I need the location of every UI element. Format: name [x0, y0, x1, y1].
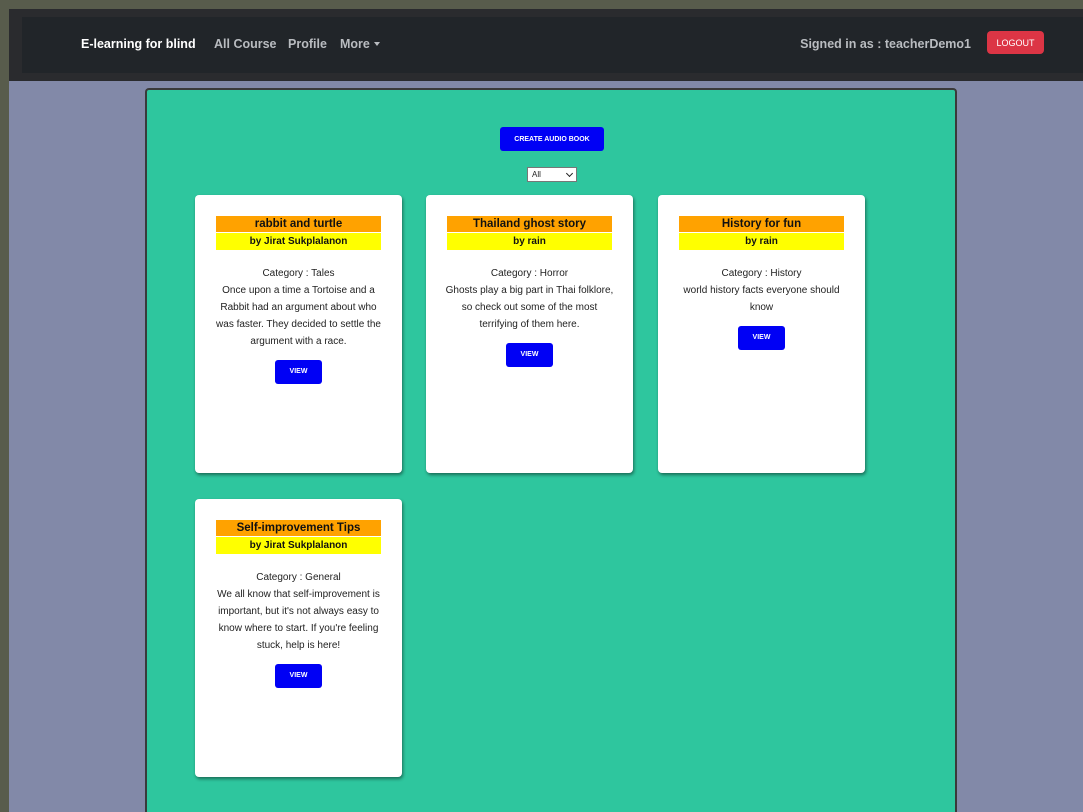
logout-button[interactable]: LOGOUT: [987, 31, 1044, 54]
card-category: Category : Horror: [490, 268, 569, 279]
view-button[interactable]: VIEW: [738, 326, 785, 350]
card-body: Category : Horror Ghosts play a big part…: [442, 265, 617, 367]
main-panel: CREATE AUDIO BOOK All rabbit and turtle …: [145, 88, 957, 812]
card-category: Category : History: [721, 268, 802, 279]
filter-selected-value: All: [532, 170, 541, 179]
create-audio-book-button[interactable]: CREATE AUDIO BOOK: [500, 127, 604, 151]
audio-book-card: Thailand ghost story by rain Category : …: [426, 195, 633, 473]
brand-link[interactable]: E-learning for blind: [81, 37, 196, 51]
card-description: We all know that self-improvement is imp…: [217, 589, 380, 651]
card-title: rabbit and turtle: [216, 216, 381, 232]
card-author: by Jirat Sukplalanon: [216, 537, 381, 554]
nav-profile[interactable]: Profile: [288, 37, 327, 51]
card-author: by rain: [447, 233, 612, 250]
audio-book-card: History for fun by rain Category : Histo…: [658, 195, 865, 473]
signed-in-text: Signed in as : teacherDemo1: [800, 37, 971, 51]
view-button[interactable]: VIEW: [275, 664, 322, 688]
nav-more-dropdown[interactable]: More: [340, 37, 380, 51]
card-body: Category : History world history facts e…: [674, 265, 849, 350]
nav-more-label: More: [340, 37, 370, 51]
card-author: by Jirat Sukplalanon: [216, 233, 381, 250]
card-category: Category : General: [256, 572, 341, 583]
card-description: Once upon a time a Tortoise and a Rabbit…: [216, 285, 381, 347]
view-button[interactable]: VIEW: [275, 360, 322, 384]
navbar-inner: E-learning for blind All Course Profile …: [22, 17, 1083, 73]
card-title: History for fun: [679, 216, 844, 232]
caret-down-icon: [373, 42, 380, 46]
card-description: Ghosts play a big part in Thai folklore,…: [445, 285, 614, 330]
card-body: Category : General We all know that self…: [211, 569, 386, 688]
card-title: Self-improvement Tips: [216, 520, 381, 536]
card-body: Category : Tales Once upon a time a Tort…: [211, 265, 386, 384]
chevron-down-icon: [565, 169, 574, 178]
category-filter-select[interactable]: All: [527, 167, 577, 182]
audio-book-card: Self-improvement Tips by Jirat Sukplalan…: [195, 499, 402, 777]
view-button[interactable]: VIEW: [506, 343, 553, 367]
card-title: Thailand ghost story: [447, 216, 612, 232]
top-navbar: E-learning for blind All Course Profile …: [9, 9, 1083, 81]
card-category: Category : Tales: [262, 268, 335, 279]
card-author: by rain: [679, 233, 844, 250]
audio-book-card: rabbit and turtle by Jirat Sukplalanon C…: [195, 195, 402, 473]
card-description: world history facts everyone should know: [683, 285, 840, 313]
nav-all-course[interactable]: All Course: [214, 37, 277, 51]
